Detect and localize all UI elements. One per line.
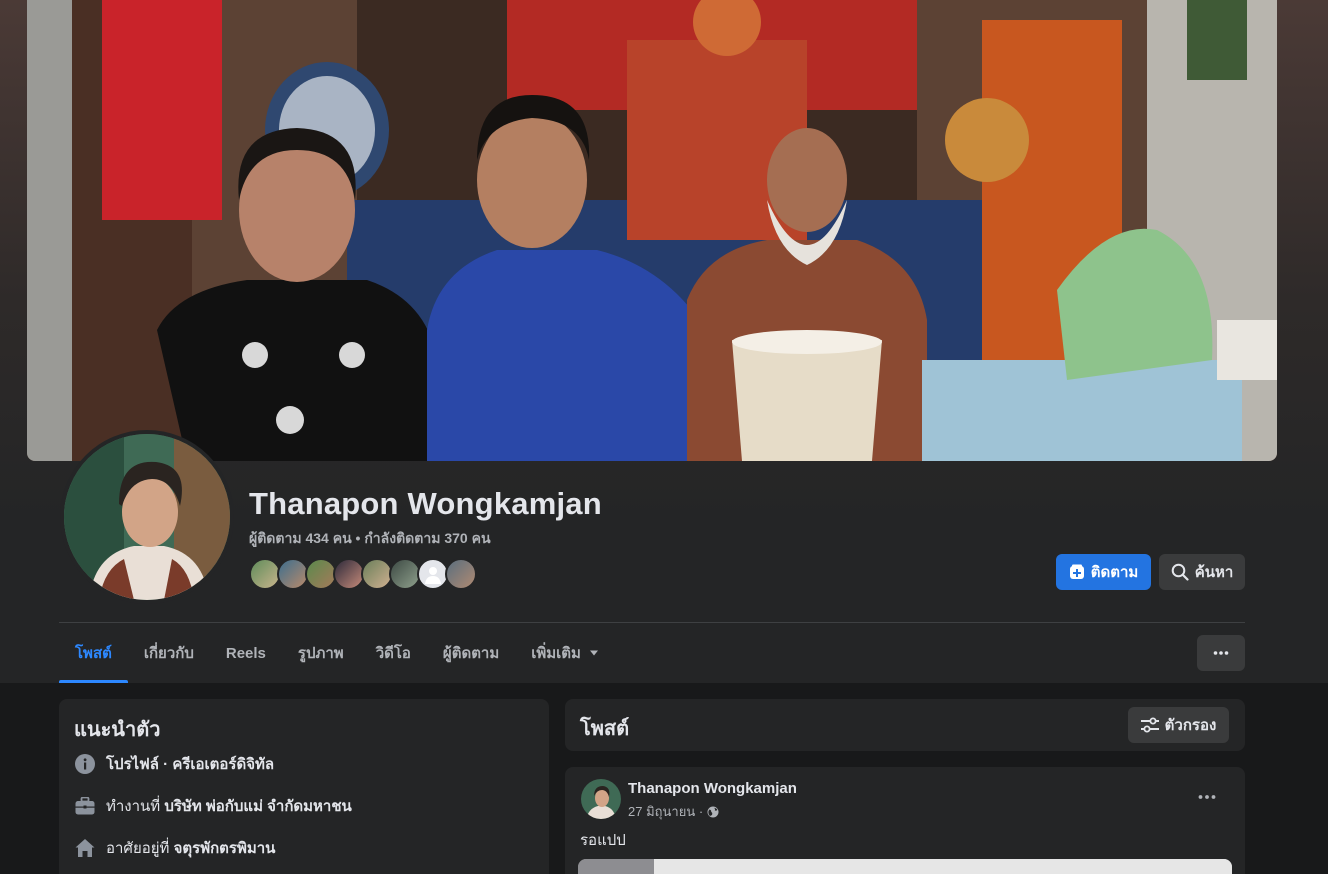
follow-icon [1069,564,1085,580]
tab-label: รูปภาพ [297,645,344,662]
search-icon [1171,563,1189,581]
cover-photo[interactable] [27,0,1277,461]
tab-label: โพสต์ [75,645,112,662]
post-options-button[interactable] [1189,785,1225,809]
intro-item-prefix: ทำงานที่ [106,798,165,815]
post-text: รอแปป [580,832,626,849]
intro-item-value[interactable]: บริษัท พ่อกับแม่ จำกัดมหาชน [164,798,351,815]
tab-more[interactable]: เพิ่มเติม [515,623,615,683]
tab-label: ผู้ติดตาม [442,645,500,662]
default-avatar-icon [425,567,441,584]
tab-photos[interactable]: รูปภาพ [282,623,360,683]
intro-home-row: อาศัยอยู่ที่ จตุรพักตรพิมาน [74,836,275,860]
intro-item-text: โปรไฟล์ · ครีเอเตอร์ดิจิทัล [106,752,274,776]
search-button[interactable]: ค้นหา [1159,554,1245,590]
ellipsis-icon [1213,651,1229,655]
follow-button[interactable]: ติดตาม [1056,554,1151,590]
intro-item-prefix: อาศัยอยู่ที่ [106,840,174,857]
post-date[interactable]: 27 มิถุนายน · [628,801,703,822]
filter-icon [1140,717,1159,733]
filter-button-label: ตัวกรอง [1164,717,1217,734]
briefcase-icon [74,795,96,817]
more-options-button[interactable] [1197,635,1245,671]
profile-name: Thanapon Wongkamjan [249,486,602,521]
post-author-avatar[interactable] [581,779,621,819]
profile-avatar[interactable] [64,434,230,600]
post-author-name[interactable]: Thanapon Wongkamjan [628,780,797,797]
tab-label: Reels [225,644,266,662]
caret-down-icon [589,649,599,657]
posts-title: โพสต์ [580,718,630,740]
info-icon [74,753,96,775]
tab-reels[interactable]: Reels [210,623,282,683]
profile-header: Thanapon Wongkamjan ผู้ติดตาม 434 คน • ก… [0,0,1328,683]
intro-profile-row: โปรไฟล์ · ครีเอเตอร์ดิจิทัล [74,752,274,776]
intro-item-text: อาศัยอยู่ที่ จตุรพักตรพิมาน [106,836,275,860]
search-button-label: ค้นหา [1194,564,1234,581]
intro-card: แนะนำตัว โปรไฟล์ · ครีเอเตอร์ดิจิทัล ทำง… [59,699,549,874]
post-card: Thanapon Wongkamjan 27 มิถุนายน · รอแปป [565,767,1245,874]
intro-work-row: ทำงานที่ บริษัท พ่อกับแม่ จำกัดมหาชน [74,794,352,818]
posts-header-card: โพสต์ ตัวกรอง [565,699,1245,751]
follow-stats-text[interactable]: ผู้ติดตาม 434 คน • กำลังติดตาม 370 คน [249,530,491,546]
tab-label: เกี่ยวกับ [143,645,194,662]
follow-button-label: ติดตาม [1090,564,1139,581]
tab-about[interactable]: เกี่ยวกับ [128,623,210,683]
intro-title: แนะนำตัว [74,719,161,741]
profile-tabs: โพสต์ เกี่ยวกับ Reels รูปภาพ วิดีโอ ผู้ต… [59,623,615,683]
tab-videos[interactable]: วิดีโอ [360,623,427,683]
intro-item-text: ทำงานที่ บริษัท พ่อกับแม่ จำกัดมหาชน [106,794,352,818]
intro-item-value: โปรไฟล์ · ครีเอเตอร์ดิจิทัล [106,756,275,773]
intro-item-value[interactable]: จตุรพักตรพิมาน [174,840,276,857]
globe-icon[interactable] [707,806,719,818]
profile-avatar-ring[interactable] [60,430,234,604]
follower-avatars [249,558,477,590]
filter-button[interactable]: ตัวกรอง [1128,707,1229,743]
tab-followers[interactable]: ผู้ติดตาม [427,623,515,683]
post-image[interactable] [578,859,1232,874]
tab-posts[interactable]: โพสต์ [59,623,128,683]
ellipsis-icon [1198,795,1216,799]
tab-label: วิดีโอ [375,645,411,662]
follow-stats[interactable]: ผู้ติดตาม 434 คน • กำลังติดตาม 370 คน [249,528,491,550]
post-meta: 27 มิถุนายน · [628,801,719,822]
tab-label: เพิ่มเติม [531,645,581,662]
follower-avatar[interactable] [445,558,477,590]
home-icon [74,837,96,859]
